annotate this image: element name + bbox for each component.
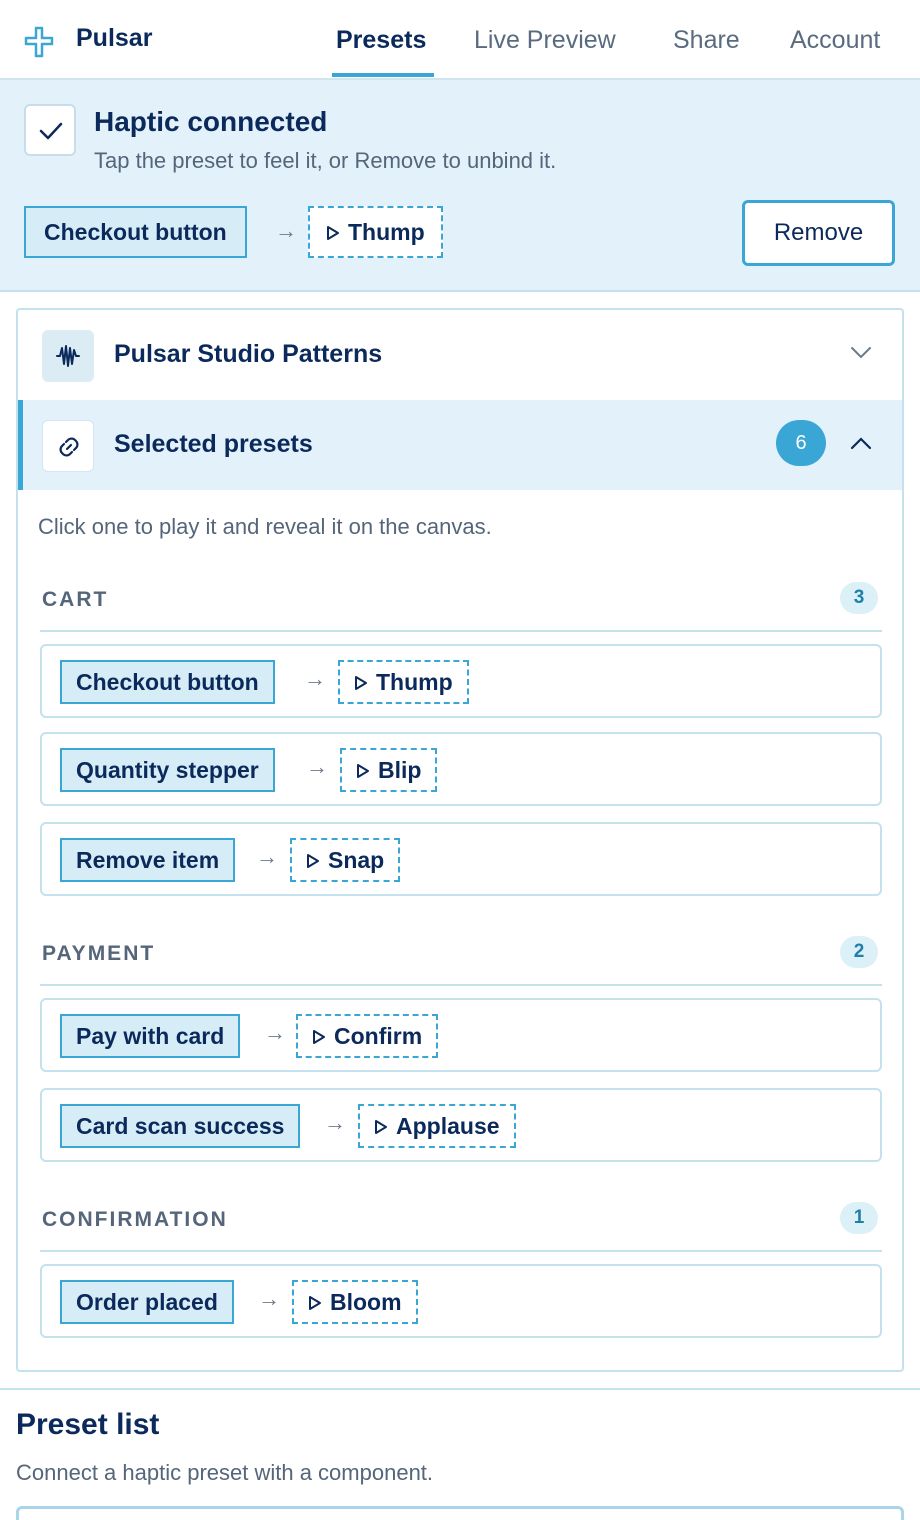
active-tab-indicator: [332, 73, 434, 77]
top-navigation: Pulsar Presets Live Preview Share Accoun…: [0, 0, 920, 80]
arrow-right-icon: →: [264, 1020, 286, 1045]
component-chip[interactable]: Card scan success: [60, 1104, 301, 1148]
accordion-patterns-title: Pulsar Studio Patterns: [114, 340, 383, 368]
haptic-connected-banner: Haptic connected Tap the preset to feel …: [0, 80, 920, 292]
play-icon: [312, 1017, 326, 1057]
pulsar-logo-icon[interactable]: [22, 24, 58, 60]
component-chip[interactable]: Order placed: [60, 1280, 234, 1324]
preset-label: Blip: [378, 757, 422, 783]
selected-presets-hint: Click one to play it and reveal it on th…: [38, 514, 492, 539]
arrow-right-icon: →: [306, 754, 328, 779]
arrow-right-icon: →: [256, 844, 278, 869]
list-item[interactable]: Card scan success → Applause: [40, 1088, 882, 1162]
link-icon: [42, 420, 94, 472]
banner-title: Haptic connected: [94, 106, 328, 137]
group-header-cart: CART 3: [40, 582, 882, 632]
play-icon: [356, 751, 370, 791]
preset-list-title: Preset list: [16, 1408, 160, 1441]
group-count-badge: 1: [840, 1202, 878, 1234]
component-chip[interactable]: Quantity stepper: [60, 748, 275, 792]
selected-count-badge: 6: [776, 420, 826, 466]
accordion-selected-title: Selected presets: [114, 430, 313, 458]
group-header-payment: PAYMENT 2: [40, 936, 882, 986]
arrow-right-icon: →: [258, 1286, 280, 1311]
preset-label: Confirm: [334, 1023, 423, 1049]
component-chip[interactable]: Pay with card: [60, 1014, 241, 1058]
preset-list-panel: [16, 1506, 904, 1520]
preset-label: Snap: [328, 847, 385, 873]
list-item[interactable]: Quantity stepper → Blip: [40, 732, 882, 806]
tab-presets[interactable]: Presets: [336, 26, 426, 55]
remove-button[interactable]: Remove: [742, 200, 895, 266]
chevron-up-icon[interactable]: [850, 436, 872, 450]
preset-label: Thump: [348, 219, 425, 245]
accordion-patterns-header[interactable]: Pulsar Studio Patterns: [18, 310, 902, 400]
arrow-right-icon: →: [324, 1110, 346, 1135]
list-item[interactable]: Remove item → Snap: [40, 822, 882, 896]
play-icon: [308, 1283, 322, 1323]
app-name: Pulsar: [76, 24, 153, 52]
preset-chip[interactable]: Thump: [308, 206, 443, 258]
preset-label: Thump: [376, 669, 453, 695]
play-icon: [306, 841, 320, 881]
banner-subtitle: Tap the preset to feel it, or Remove to …: [94, 148, 557, 173]
arrow-right-icon: →: [304, 666, 326, 691]
group-count-badge: 2: [840, 936, 878, 968]
preset-chip[interactable]: Confirm: [296, 1014, 439, 1058]
preset-chip[interactable]: Thump: [338, 660, 469, 704]
preset-chip[interactable]: Snap: [290, 838, 401, 882]
arrow-right-icon: →: [275, 218, 297, 243]
tab-live-preview[interactable]: Live Preview: [474, 26, 616, 55]
connected-checkbox: [24, 104, 76, 156]
play-icon: [354, 663, 368, 703]
component-chip[interactable]: Checkout button: [60, 660, 275, 704]
group-label: CART: [42, 588, 109, 611]
section-divider: [0, 1388, 920, 1390]
component-chip[interactable]: Checkout button: [24, 206, 247, 258]
component-chip[interactable]: Remove item: [60, 838, 236, 882]
list-item[interactable]: Pay with card → Confirm: [40, 998, 882, 1072]
tab-share[interactable]: Share: [673, 26, 740, 55]
group-header-confirmation: CONFIRMATION 1: [40, 1202, 882, 1252]
preset-chip[interactable]: Bloom: [292, 1280, 418, 1324]
preset-chip[interactable]: Applause: [358, 1104, 516, 1148]
preset-list-subtitle: Connect a haptic preset with a component…: [16, 1460, 434, 1485]
list-item[interactable]: Checkout button → Thump: [40, 644, 882, 718]
waveform-icon: [42, 330, 94, 382]
preset-label: Bloom: [330, 1289, 402, 1315]
group-count-badge: 3: [840, 582, 878, 614]
tab-account[interactable]: Account: [790, 26, 880, 55]
play-icon: [326, 209, 340, 257]
check-icon: [39, 122, 63, 140]
preset-label: Applause: [396, 1113, 500, 1139]
presets-accordion: Pulsar Studio Patterns Selected presets …: [16, 308, 904, 1372]
list-item[interactable]: Order placed → Bloom: [40, 1264, 882, 1338]
accordion-selected-header[interactable]: Selected presets 6: [18, 400, 902, 490]
play-icon: [374, 1107, 388, 1147]
preset-chip[interactable]: Blip: [340, 748, 438, 792]
group-label: CONFIRMATION: [42, 1208, 228, 1231]
chevron-down-icon[interactable]: [850, 346, 872, 360]
group-label: PAYMENT: [42, 942, 156, 965]
